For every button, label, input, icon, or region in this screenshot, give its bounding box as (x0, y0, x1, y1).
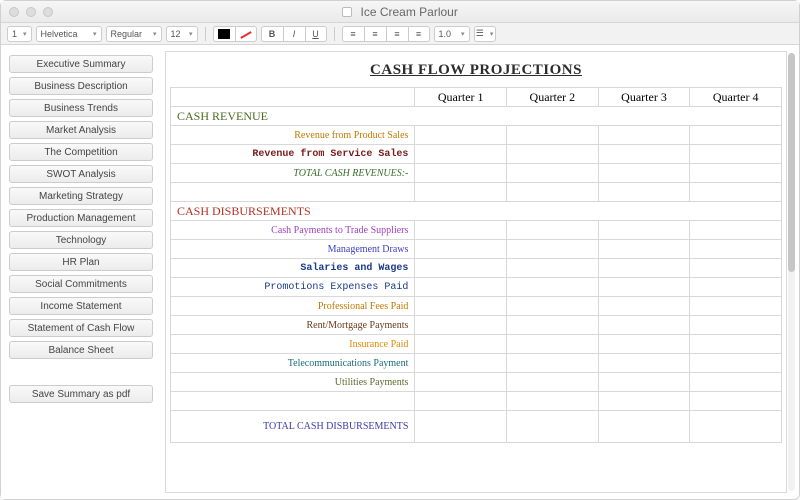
section-cash-revenue: CASH REVENUE (177, 109, 268, 123)
sidebar-item-the-competition[interactable]: The Competition (9, 143, 153, 161)
paragraph-style-select[interactable]: 1▾ (7, 26, 32, 42)
sidebar-item-technology[interactable]: Technology (9, 231, 153, 249)
col-header-q2: Quarter 2 (507, 88, 599, 107)
row-utilities-payments: Utilities Payments (171, 373, 415, 392)
sidebar-item-production-management[interactable]: Production Management (9, 209, 153, 227)
section-cash-disbursements: CASH DISBURSEMENTS (177, 204, 311, 218)
font-size-stepper[interactable]: 12▾ (166, 26, 198, 42)
sidebar-item-statement-cash-flow[interactable]: Statement of Cash Flow (9, 319, 153, 337)
align-group: ≡ ≡ ≡ ≡ (342, 26, 430, 42)
row-cash-payments-trade-suppliers: Cash Payments to Trade Suppliers (171, 221, 415, 240)
list-style-select[interactable]: ☰▾ (474, 26, 496, 42)
sidebar-item-market-analysis[interactable]: Market Analysis (9, 121, 153, 139)
sidebar-item-swot-analysis[interactable]: SWOT Analysis (9, 165, 153, 183)
row-insurance-paid: Insurance Paid (171, 335, 415, 354)
color-group (213, 26, 257, 42)
font-family-select[interactable]: Helvetica▾ (36, 26, 102, 42)
format-toolbar: 1▾ Helvetica▾ Regular▾ 12▾ B I U ≡ ≡ ≡ ≡… (1, 23, 799, 45)
sidebar-item-income-statement[interactable]: Income Statement (9, 297, 153, 315)
row-rent-mortgage-payments: Rent/Mortgage Payments (171, 316, 415, 335)
bold-button[interactable]: B (261, 26, 283, 42)
line-spacing-select[interactable]: 1.0▾ (434, 26, 470, 42)
title-checkbox[interactable] (342, 7, 352, 17)
row-telecommunications-payment: Telecommunications Payment (171, 354, 415, 373)
row-revenue-service-sales: Revenue from Service Sales (171, 145, 415, 164)
vertical-scrollbar[interactable] (788, 53, 795, 491)
align-justify-button[interactable]: ≡ (408, 26, 430, 42)
text-color-button[interactable] (213, 26, 235, 42)
row-promotions-expenses-paid: Promotions Expenses Paid (171, 278, 415, 297)
underline-button[interactable]: U (305, 26, 327, 42)
sidebar-item-marketing-strategy[interactable]: Marketing Strategy (9, 187, 153, 205)
row-total-cash-revenues: TOTAL CASH REVENUES:- (171, 164, 415, 183)
row-revenue-product-sales: Revenue from Product Sales (171, 126, 415, 145)
cash-flow-table: Quarter 1 Quarter 2 Quarter 3 Quarter 4 … (170, 87, 782, 443)
col-header-q1: Quarter 1 (415, 88, 507, 107)
italic-button[interactable]: I (283, 26, 305, 42)
sidebar-item-executive-summary[interactable]: Executive Summary (9, 55, 153, 73)
doc-title: CASH FLOW PROJECTIONS (170, 62, 782, 79)
window-title: Ice Cream Parlour (1, 5, 799, 19)
save-summary-pdf-button[interactable]: Save Summary as pdf (9, 385, 153, 403)
align-right-button[interactable]: ≡ (386, 26, 408, 42)
window-titlebar: Ice Cream Parlour (1, 1, 799, 23)
scroll-thumb[interactable] (788, 53, 795, 272)
sidebar-item-business-trends[interactable]: Business Trends (9, 99, 153, 117)
sidebar-item-business-description[interactable]: Business Description (9, 77, 153, 95)
row-management-draws: Management Draws (171, 240, 415, 259)
col-header-q4: Quarter 4 (690, 88, 782, 107)
document-area[interactable]: CASH FLOW PROJECTIONS Quarter 1 Quarter … (165, 51, 787, 493)
row-professional-fees-paid: Professional Fees Paid (171, 297, 415, 316)
row-salaries-wages: Salaries and Wages (171, 259, 415, 278)
font-weight-select[interactable]: Regular▾ (106, 26, 162, 42)
style-group: B I U (261, 26, 327, 42)
col-header-q3: Quarter 3 (598, 88, 690, 107)
window-title-text: Ice Cream Parlour (360, 5, 457, 19)
align-center-button[interactable]: ≡ (364, 26, 386, 42)
section-sidebar: Executive Summary Business Description B… (1, 45, 161, 499)
sidebar-item-hr-plan[interactable]: HR Plan (9, 253, 153, 271)
no-color-button[interactable] (235, 26, 257, 42)
row-total-cash-disbursements: TOTAL CASH DISBURSEMENTS (171, 411, 415, 443)
sidebar-item-social-commitments[interactable]: Social Commitments (9, 275, 153, 293)
align-left-button[interactable]: ≡ (342, 26, 364, 42)
sidebar-item-balance-sheet[interactable]: Balance Sheet (9, 341, 153, 359)
